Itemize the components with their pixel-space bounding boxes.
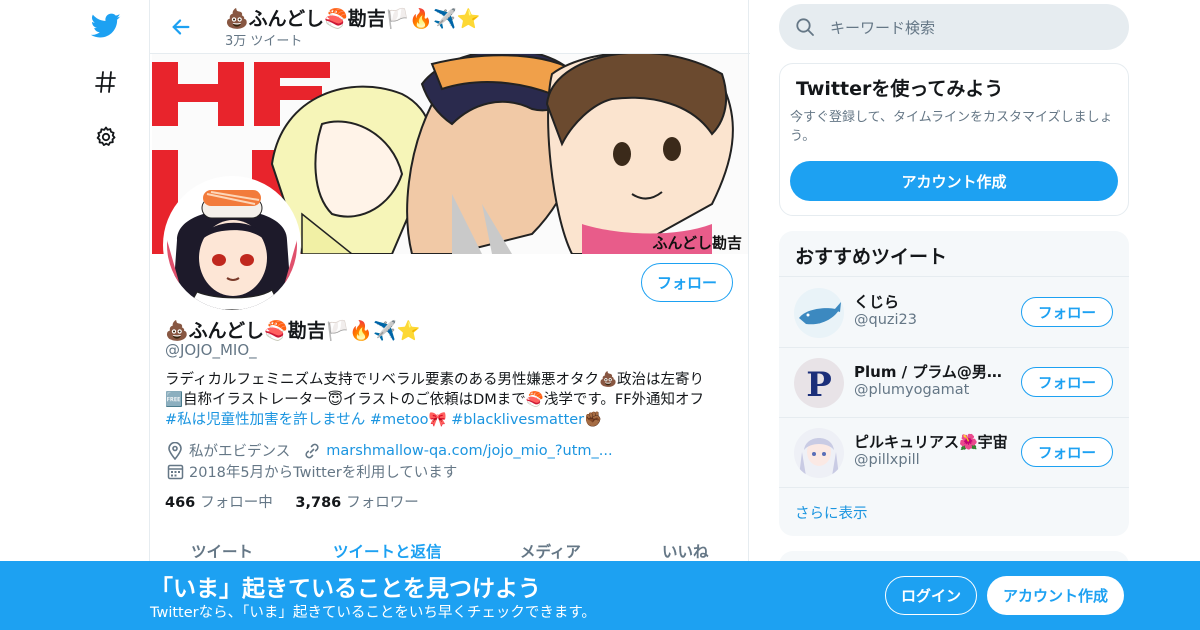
follow-button[interactable]: フォロー: [641, 263, 733, 302]
banner-signature: ふんどし勘吉: [652, 234, 742, 252]
signup-card-title: Twitterを使ってみよう: [796, 78, 1004, 100]
recommendations-title: おすすめツイート: [795, 246, 948, 268]
recommended-account-row[interactable]: P Plum / プラム@男女共同参画 @plumyogamat フォロー: [779, 347, 1129, 417]
recommended-account-handle: @plumyogamat: [854, 382, 970, 398]
profile-location: 私がエビデンス: [189, 444, 291, 460]
avatar[interactable]: [794, 288, 844, 338]
recommended-account-name[interactable]: Plum / プラム@男女共同参画: [854, 361, 1010, 382]
tab-media[interactable]: メディア: [520, 540, 581, 562]
bottom-banner-subtitle: Twitterなら、「いま」起きていることをいち早くチェックできます。: [150, 605, 596, 621]
signup-button[interactable]: アカウント作成: [987, 576, 1124, 615]
profile-website-link[interactable]: marshmallow-qa.com/jojo_mio_?utm_...: [326, 443, 612, 459]
profile-joined-row: 2018年5月からTwitterを利用しています: [165, 461, 457, 482]
bottom-signup-banner: 「いま」起きていることを見つけよう Twitterなら、「いま」起きていることを…: [0, 561, 1200, 630]
create-account-button[interactable]: アカウント作成: [790, 161, 1118, 201]
hashtag-link[interactable]: #私は児童性加害を許しません: [165, 412, 365, 428]
location-pin-icon: [165, 441, 185, 460]
following-stat[interactable]: 466 フォロー中: [165, 495, 273, 511]
followers-count: 3,786: [295, 495, 342, 511]
recommended-account-row[interactable]: ピルキュリアス🌺宇宙 @pillxpill フォロー: [779, 417, 1129, 487]
arrow-left-icon[interactable]: [166, 12, 196, 42]
follow-button[interactable]: フォロー: [1021, 297, 1113, 327]
search-input[interactable]: キーワード検索: [830, 17, 935, 38]
followers-label: フォロワー: [346, 495, 419, 511]
avatar[interactable]: [794, 428, 844, 478]
profile-handle: @JOJO_MIO_: [165, 341, 257, 359]
profile-header-bar: 💩ふんどし🍣勘吉🏳️🔥✈️⭐ 3万 ツイート: [150, 0, 750, 54]
recommended-account-name[interactable]: ピルキュリアス🌺宇宙: [854, 431, 1010, 452]
header-profile-name: 💩ふんどし🍣勘吉🏳️🔥✈️⭐: [225, 8, 481, 30]
tab-tweets[interactable]: ツイート: [191, 540, 253, 562]
profile-joined-date: 2018年5月からTwitterを利用しています: [189, 465, 458, 481]
svg-text:P: P: [806, 365, 832, 405]
show-more-link[interactable]: さらに表示: [795, 502, 868, 523]
profile-bio: ラディカルフェミニズム支持でリベラル要素のある男性嫌悪オタク💩政治は左寄り 🆓自…: [165, 370, 740, 430]
follow-button[interactable]: フォロー: [1021, 437, 1113, 467]
tab-tweets-and-replies[interactable]: ツイートと返信: [333, 540, 442, 562]
link-icon: [302, 442, 322, 460]
twitter-profile-page: 💩ふんどし🍣勘吉🏳️🔥✈️⭐ 3万 ツイート ふんどし勘吉 フォロー 💩ふんどし…: [0, 0, 1200, 630]
bottom-banner-title: 「いま」起きていることを見つけよう: [150, 576, 541, 602]
main-column: 💩ふんどし🍣勘吉🏳️🔥✈️⭐ 3万 ツイート ふんどし勘吉 フォロー 💩ふんどし…: [149, 0, 750, 630]
hashtag-icon[interactable]: [86, 62, 126, 102]
signup-card-description: 今すぐ登録して、タイムラインをカスタマイズしましょう。: [790, 110, 1113, 144]
recommended-account-row[interactable]: くじら @quzi23 フォロー: [779, 277, 1129, 347]
recommended-account-handle: @pillxpill: [854, 452, 920, 468]
following-label: フォロー中: [200, 495, 273, 511]
tweet-count: 3万 ツイート: [225, 34, 303, 49]
login-button[interactable]: ログイン: [885, 576, 977, 615]
search-icon: [795, 17, 815, 41]
search-bar[interactable]: キーワード検索: [779, 4, 1129, 50]
profile-location-row: 私がエビデンス marshmallow-qa.com/jojo_mio_?utm…: [165, 440, 613, 461]
gear-icon[interactable]: [86, 117, 126, 157]
profile-stats: 466 フォロー中 3,786 フォロワー: [165, 491, 419, 512]
tab-likes[interactable]: いいね: [662, 540, 709, 562]
bio-line: ラディカルフェミニズム支持でリベラル要素のある男性嫌悪オタク💩政治は左寄り: [165, 372, 705, 388]
recommended-account-name[interactable]: くじら: [854, 291, 1010, 312]
profile-name: 💩ふんどし🍣勘吉🏳️🔥✈️⭐: [165, 320, 421, 342]
avatar[interactable]: [163, 176, 301, 314]
follow-button[interactable]: フォロー: [1021, 367, 1113, 397]
recommended-accounts-panel: おすすめツイート くじら @quzi23 フォロー P Plum / プラム@男…: [779, 231, 1129, 536]
bio-line: 🆓自称イラストレーター😇イラストのご依頼はDMまで🍣浅学です。FF外通知オフ: [165, 392, 705, 408]
recommended-account-handle: @quzi23: [854, 312, 917, 328]
hashtag-link[interactable]: #metoo: [370, 412, 429, 428]
calendar-icon: [165, 463, 185, 481]
ribbon-emoji: 🎀: [428, 412, 447, 428]
fist-emoji: ✊🏾: [584, 412, 603, 428]
twitter-bird-icon[interactable]: [86, 6, 126, 46]
hashtag-link[interactable]: #blacklivesmatter: [451, 412, 584, 428]
avatar[interactable]: P: [794, 358, 844, 408]
followers-stat[interactable]: 3,786 フォロワー: [295, 495, 418, 511]
following-count: 466: [165, 495, 196, 511]
signup-card: Twitterを使ってみよう 今すぐ登録して、タイムラインをカスタマイズしましょ…: [779, 63, 1129, 216]
